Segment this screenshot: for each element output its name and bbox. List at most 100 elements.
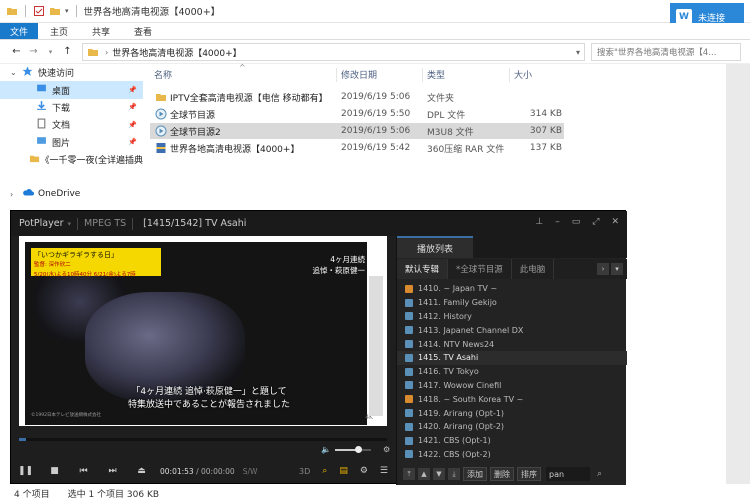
playlist-item[interactable]: 1414. NTV News24	[397, 337, 627, 351]
new-folder-icon[interactable]	[49, 5, 61, 17]
subtitle-text: 「4ヶ月連続 追悼·萩原健一」と題して 特集放送中であることが報告されました	[79, 386, 339, 412]
up-arrow-icon[interactable]: ↑	[59, 46, 76, 57]
divider[interactable]	[509, 68, 510, 82]
sidebar-item[interactable]: › OneDrive	[0, 186, 143, 203]
pin-icon[interactable]: 📌	[128, 138, 137, 146]
back-arrow-icon[interactable]: ←	[8, 46, 25, 57]
column-header-type[interactable]: 类型	[427, 68, 445, 81]
tab-file[interactable]: 文件	[0, 23, 39, 39]
playlist-item[interactable]: 1416. TV Tokyo	[397, 365, 627, 379]
forward-arrow-icon[interactable]: →	[25, 46, 42, 57]
playlist-item[interactable]: 1422. CBS (Opt-2)	[397, 448, 627, 458]
playlist-item[interactable]: 1412. History	[397, 310, 627, 324]
move-up-icon[interactable]: ▲	[418, 468, 430, 480]
tab-global-source[interactable]: *全球节目源	[448, 259, 512, 279]
address-bar[interactable]: › 世界各地高清电视源【4000+】 ▾	[82, 43, 585, 61]
close-icon[interactable]: ✕	[611, 217, 619, 227]
search-icon[interactable]: ⌕	[597, 469, 602, 479]
sidebar-item[interactable]: ⌄ 快速访问	[0, 64, 143, 81]
address-dropdown-icon[interactable]: ▾	[576, 48, 580, 57]
file-row[interactable]: IPTV全套高清电视源【电信 移动都有】 2019/6/19 5:06 文件夹	[150, 89, 564, 105]
playlist-item[interactable]: 1417. Wowow Cinefil	[397, 379, 627, 393]
stop-icon[interactable]: ■	[40, 466, 69, 476]
delete-button[interactable]: 删除	[490, 467, 514, 481]
playlist-item[interactable]: 1420. Arirang (Opt-2)	[397, 420, 627, 434]
chevron-right-icon[interactable]: ›	[597, 263, 609, 275]
next-icon[interactable]: ⏭	[98, 466, 127, 476]
divider[interactable]	[336, 68, 337, 82]
tab-view[interactable]: 查看	[122, 23, 164, 39]
sidebar-item[interactable]: 下载 📌	[0, 99, 143, 116]
move-bottom-icon[interactable]: ⤓	[448, 468, 460, 480]
column-header-size[interactable]: 大小	[514, 68, 532, 81]
tab-share[interactable]: 共享	[80, 23, 122, 39]
column-header-date[interactable]: 修改日期	[341, 68, 377, 81]
file-row[interactable]: 世界各地高清电视源【4000+】 2019/6/19 5:42 360压缩 RAR …	[150, 140, 564, 156]
chevron-down-icon[interactable]: ▾	[65, 7, 69, 15]
volume-slider[interactable]	[334, 445, 371, 453]
chevron-down-icon[interactable]: ▾	[611, 263, 623, 275]
playlist-item[interactable]: 1410. ~ Japan TV ~	[397, 282, 627, 296]
tab-navigation: › ▾	[597, 263, 627, 275]
move-top-icon[interactable]: ⤒	[403, 468, 415, 480]
playlist-item[interactable]: 1419. Arirang (Opt-1)	[397, 406, 627, 420]
playlist-item[interactable]: 1411. Family Gekijo	[397, 296, 627, 310]
playlist-item-label: 1410. ~ Japan TV ~	[418, 284, 498, 294]
pin-icon[interactable]: ⊥	[535, 217, 543, 227]
3d-button[interactable]: 3D	[299, 467, 310, 476]
decoder-mode[interactable]: S/W	[243, 467, 258, 476]
sidebar-item[interactable]: 桌面 📌	[0, 81, 143, 99]
fullscreen-icon[interactable]: ⤢	[592, 217, 599, 227]
divider[interactable]	[422, 68, 423, 82]
sort-button[interactable]: 排序	[517, 467, 541, 481]
volume-handle[interactable]	[355, 445, 363, 453]
pause-icon[interactable]: ❚❚	[11, 466, 40, 476]
menu-icon[interactable]: ☰	[380, 466, 388, 476]
playlist-item-label: 1418. ~ South Korea TV ~	[418, 394, 524, 404]
playlist-search-input[interactable]: pan	[546, 467, 590, 481]
tab-home[interactable]: 主页	[38, 23, 80, 39]
expand-chevron-icon[interactable]: ›	[10, 190, 22, 199]
column-header-name[interactable]: 名称	[154, 68, 172, 81]
playlist-item-label: 1414. NTV News24	[418, 339, 495, 349]
search-input[interactable]: 搜索"世界各地高清电视源【4...	[591, 43, 741, 61]
expand-chevron-icon[interactable]: ⌄	[10, 68, 22, 77]
speaker-icon[interactable]: 🔈	[321, 445, 331, 454]
recent-chevron-icon[interactable]: ▾	[42, 48, 59, 56]
playlist-item[interactable]: 1413. Japanet Channel DX	[397, 323, 627, 337]
move-down-icon[interactable]: ▼	[433, 468, 445, 480]
now-playing-title: [1415/1542] TV Asahi	[143, 218, 247, 229]
playlist-item[interactable]: 1421. CBS (Opt-1)	[397, 434, 627, 448]
tab-playlist[interactable]: 播放列表	[397, 236, 473, 258]
eject-icon[interactable]: ⏏	[127, 466, 156, 476]
divider	[25, 5, 26, 17]
sidebar-item[interactable]: 文档 📌	[0, 116, 143, 133]
sidebar-item[interactable]: 图片 📌	[0, 134, 143, 151]
file-row[interactable]: 全球节目源 2019/6/19 5:50 DPL 文件 314 KB	[150, 106, 564, 122]
chevron-down-icon[interactable]: ▾	[68, 220, 72, 228]
sidebar-item[interactable]: 《一千零一夜(全详遍插典	[0, 151, 143, 168]
pin-icon[interactable]: 📌	[128, 103, 137, 111]
playlist-icon[interactable]: ▤	[339, 466, 348, 476]
seek-bar[interactable]	[19, 438, 387, 441]
gear-icon[interactable]: ⚙	[360, 466, 368, 476]
pin-icon[interactable]: 📌	[128, 121, 137, 129]
playlist-item[interactable]: 1415. TV Asahi	[397, 350, 627, 365]
properties-icon[interactable]	[33, 5, 45, 17]
playlist-item[interactable]: 1418. ~ South Korea TV ~	[397, 392, 627, 406]
minimize-icon[interactable]: –	[555, 217, 560, 227]
player-menu-button[interactable]: PotPlayer	[11, 218, 64, 229]
search-list-icon[interactable]: ⌕	[322, 466, 327, 476]
add-button[interactable]: 添加	[463, 467, 487, 481]
player-titlebar[interactable]: PotPlayer ▾ MPEG TS [1415/1542] TV Asahi…	[11, 211, 627, 236]
file-row[interactable]: 全球节目源2 2019/6/19 5:06 M3U8 文件 307 KB	[150, 123, 564, 139]
previous-icon[interactable]: ⏮	[69, 466, 98, 476]
breadcrumb[interactable]: 世界各地高清电视源【4000+】	[112, 46, 241, 59]
tab-default-album[interactable]: 默认专辑	[397, 259, 449, 279]
tab-this-pc[interactable]: 此电脑	[512, 259, 555, 279]
playlist-item-label: 1419. Arirang (Opt-1)	[418, 408, 505, 418]
pin-icon[interactable]: 📌	[128, 86, 137, 94]
maximize-icon[interactable]: ▭	[572, 217, 581, 227]
video-display[interactable]: 「いつかギラギラする日」 監督: 深作欣二 5/20(水)よる10時40分 6/…	[19, 236, 387, 426]
gear-icon[interactable]: ⚙	[383, 445, 390, 454]
